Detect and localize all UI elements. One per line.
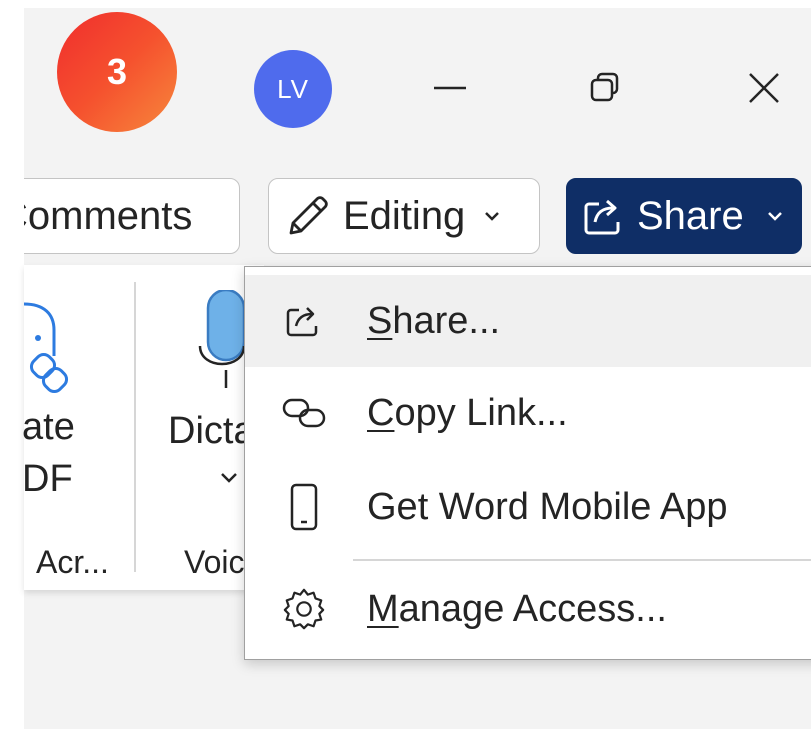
group-label-acrobat: Acr... — [36, 544, 109, 580]
create-pdf-icon[interactable] — [24, 296, 80, 406]
menu-item-get-mobile-app[interactable]: Get Word Mobile App — [245, 461, 811, 553]
editing-label: Editing — [343, 193, 466, 238]
menu-separator — [353, 559, 811, 561]
share-icon — [584, 199, 620, 235]
menu-item-copy-link[interactable]: Copy Link... — [245, 367, 811, 459]
close-button[interactable] — [734, 58, 794, 118]
minimize-icon — [434, 86, 466, 90]
chevron-down-icon[interactable] — [218, 466, 240, 488]
edge-cover — [0, 170, 24, 270]
create-pdf-label-line1[interactable]: ate — [22, 406, 75, 449]
user-avatar[interactable]: LV — [254, 50, 332, 128]
share-label: Share — [637, 193, 744, 238]
minimize-button[interactable] — [420, 58, 480, 118]
comments-label: Comments — [0, 193, 193, 238]
dictate-label[interactable]: Dicta — [168, 410, 255, 453]
microphone-icon[interactable] — [196, 290, 246, 390]
pencil-icon — [289, 196, 328, 235]
menu-item-manage-access[interactable]: Manage Access... — [245, 563, 811, 655]
chevron-down-icon — [485, 212, 500, 221]
ribbon-group-divider — [134, 282, 136, 572]
menu-item-share-label: Share... — [367, 299, 501, 342]
group-label-voice: Voic — [184, 544, 245, 580]
menu-item-get-mobile-app-label: Get Word Mobile App — [367, 485, 728, 528]
comments-button[interactable]: Comments — [0, 178, 240, 254]
share-button[interactable]: Share — [566, 178, 802, 254]
restore-button[interactable] — [575, 58, 635, 118]
menu-item-copy-link-label: Copy Link... — [367, 391, 568, 434]
menu-item-share[interactable]: Share... — [245, 275, 811, 367]
create-pdf-label-line2[interactable]: DF — [22, 458, 73, 501]
gear-icon — [281, 586, 327, 632]
share-icon — [281, 298, 327, 344]
editing-mode-button[interactable]: Editing — [268, 178, 540, 254]
step-badge: 3 — [57, 12, 177, 132]
share-dropdown-menu: Share... Copy Link... Get Word Mobile Ap… — [244, 266, 811, 660]
close-icon — [749, 73, 779, 103]
restore-icon — [590, 72, 619, 102]
menu-item-manage-access-label: Manage Access... — [367, 587, 667, 630]
mobile-phone-icon — [281, 483, 327, 531]
link-icon — [281, 390, 327, 436]
chevron-down-icon — [767, 212, 782, 221]
